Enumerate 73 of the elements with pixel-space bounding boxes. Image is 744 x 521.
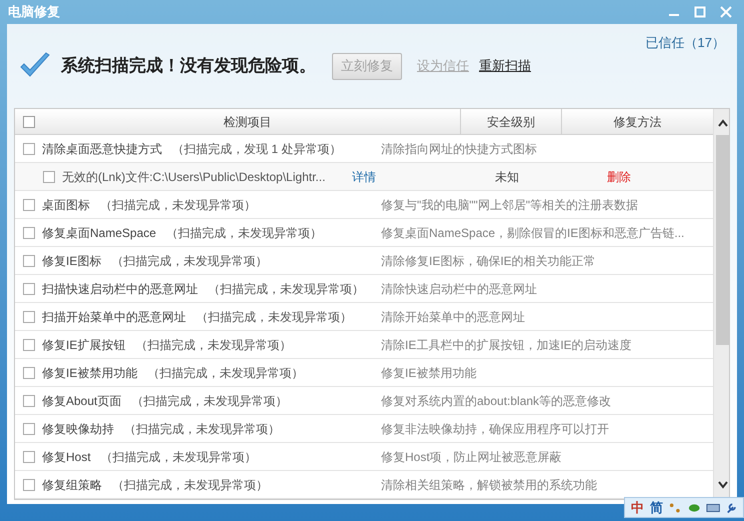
- scan-status: （扫描完成，未发现异常项）: [147, 364, 304, 382]
- item-description: 修复非法映像劫持，确保应用程序可以打开: [381, 420, 610, 438]
- rescan-link[interactable]: 重新扫描: [479, 56, 531, 76]
- item-name: 修复IE被禁用功能: [42, 364, 138, 382]
- item-name: 修复Host: [42, 448, 91, 466]
- scan-status: （扫描完成，未发现异常项）: [135, 336, 292, 354]
- row-checkbox[interactable]: [23, 254, 35, 266]
- select-all-checkbox[interactable]: [23, 116, 35, 128]
- row-checkbox[interactable]: [23, 394, 35, 406]
- item-description: 清除IE工具栏中的扩展按钮，加速IE的启动速度: [381, 336, 633, 354]
- scan-status: （扫描完成，发现 1 处异常项）: [172, 140, 342, 158]
- row-checkbox[interactable]: [43, 170, 55, 182]
- scrollbar-thumb[interactable]: [716, 135, 729, 345]
- row-checkbox[interactable]: [23, 450, 35, 462]
- row-checkbox[interactable]: [23, 366, 35, 378]
- item-description: 修复IE被禁用功能: [381, 364, 478, 382]
- row-checkbox[interactable]: [23, 338, 35, 350]
- item-description: 修复桌面NameSpace，剔除假冒的IE图标和恶意广告链...: [381, 224, 686, 242]
- security-level: 未知: [495, 168, 519, 186]
- column-header[interactable]: 安全级别: [461, 109, 562, 134]
- column-header[interactable]: 修复方法: [562, 109, 713, 134]
- file-path: 无效的(Lnk)文件:C:\Users\Public\Desktop\Lightr...: [62, 168, 326, 186]
- leaf-icon[interactable]: [688, 502, 700, 514]
- item-name: 修复组策略: [42, 476, 102, 494]
- row-checkbox[interactable]: [23, 198, 35, 210]
- delete-action[interactable]: 删除: [607, 168, 631, 186]
- scan-status: （扫描完成，未发现异常项）: [124, 420, 280, 438]
- window-title: 电脑修复: [8, 3, 60, 22]
- item-description: 修复Host项，防止网址被恶意屏蔽: [381, 448, 563, 466]
- item-name: 桌面图标: [42, 196, 90, 214]
- scan-status: （扫描完成，未发现异常项）: [208, 280, 364, 298]
- row-checkbox[interactable]: [23, 478, 35, 490]
- item-name: 修复IE图标: [42, 252, 102, 270]
- row-checkbox[interactable]: [23, 282, 35, 294]
- item-description: 清除开始菜单中的恶意网址: [381, 308, 526, 326]
- item-description: 修复与"我的电脑""网上邻居"等相关的注册表数据: [381, 196, 640, 214]
- wrench-icon[interactable]: [726, 502, 737, 514]
- item-name: 修复桌面NameSpace: [42, 224, 156, 242]
- row-checkbox[interactable]: [23, 142, 35, 154]
- row-checkbox[interactable]: [23, 226, 35, 238]
- scan-status: （扫描完成，未发现异常项）: [111, 252, 268, 270]
- item-description: 清除修复IE图标，确保IE的相关功能正常: [381, 252, 597, 270]
- item-name: 修复映像劫持: [42, 420, 114, 438]
- item-name: 修复IE扩展按钮: [42, 336, 126, 354]
- scrollbar[interactable]: [713, 109, 729, 499]
- item-description: 清除相关组策略，解锁被禁用的系统功能: [381, 476, 598, 494]
- details-link[interactable]: 详情: [352, 168, 376, 186]
- scan-status: （扫描完成，未发现异常项）: [100, 196, 256, 214]
- row-checkbox[interactable]: [23, 422, 35, 434]
- scroll-down-icon[interactable]: [718, 481, 728, 489]
- maximize-icon[interactable]: [694, 6, 706, 18]
- item-name: 清除桌面恶意快捷方式: [42, 140, 162, 158]
- column-header[interactable]: 检测项目: [35, 112, 460, 130]
- item-name: 扫描开始菜单中的恶意网址: [42, 308, 186, 326]
- item-description: 清除快速启动栏中的恶意网址: [381, 280, 538, 298]
- ime-mode-toggle[interactable]: 中: [631, 498, 644, 518]
- close-icon[interactable]: [720, 6, 732, 18]
- scan-status: （扫描完成，未发现异常项）: [196, 308, 352, 326]
- trusted-count-link[interactable]: 已信任（17）: [646, 33, 725, 52]
- keyboard-icon[interactable]: [706, 502, 720, 514]
- scan-status: （扫描完成，未发现异常项）: [112, 476, 268, 494]
- scan-status: （扫描完成，未发现异常项）: [100, 448, 257, 466]
- row-checkbox[interactable]: [23, 310, 35, 322]
- item-name: 扫描快速启动栏中的恶意网址: [42, 280, 198, 298]
- scan-status: （扫描完成，未发现异常项）: [131, 392, 288, 410]
- item-description: 清除指向网址的快捷方式图标: [381, 140, 538, 158]
- scan-result-heading: 系统扫描完成！没有发现危险项。: [61, 55, 316, 78]
- item-name: 修复About页面: [42, 392, 122, 410]
- item-description: 修复对系统内置的about:blank等的恶意修改: [381, 392, 612, 410]
- punctuation-icon[interactable]: [669, 502, 682, 514]
- ime-script-toggle[interactable]: 简: [650, 498, 663, 518]
- scroll-up-icon[interactable]: [718, 119, 728, 127]
- scan-status: （扫描完成，未发现异常项）: [166, 224, 322, 242]
